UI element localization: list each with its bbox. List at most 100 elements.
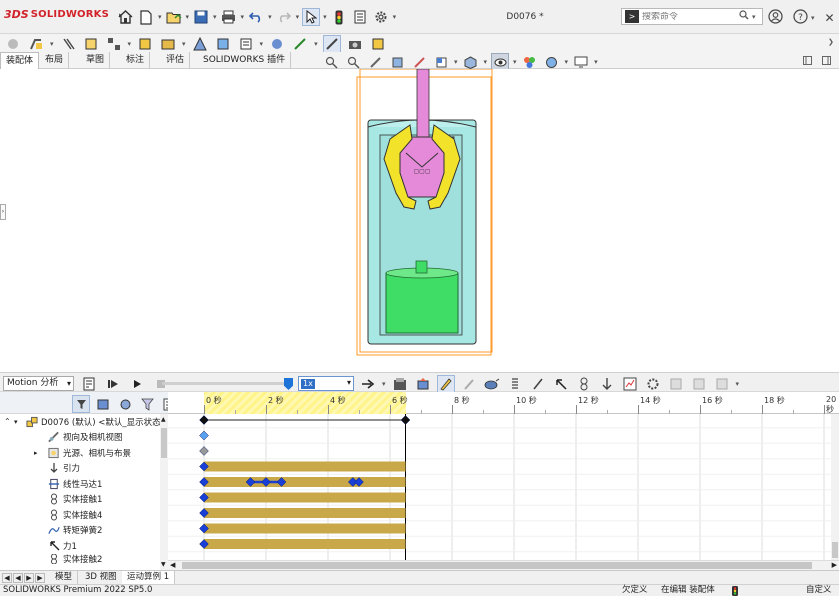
playback-slider-thumb[interactable] — [284, 378, 293, 390]
simulation-dropdown-icon[interactable]: ▾ — [736, 380, 740, 388]
force-icon[interactable] — [552, 375, 570, 393]
collapse-up-icon[interactable]: ⌃ — [4, 417, 14, 426]
move-dropdown-icon[interactable]: ▾ — [128, 40, 132, 48]
open-folder-icon[interactable] — [165, 8, 183, 26]
filter-animated-icon[interactable] — [72, 395, 90, 413]
filter-driving-icon[interactable] — [94, 395, 112, 413]
options-gear-icon[interactable] — [372, 8, 390, 26]
tab-layout[interactable]: 布局 — [40, 52, 70, 69]
instant3d-dropdown-icon[interactable]: ▾ — [314, 40, 318, 48]
reference-geometry-icon[interactable] — [191, 35, 209, 53]
save-icon[interactable] — [192, 8, 210, 26]
scroll-left-icon[interactable]: ◀ — [170, 561, 175, 569]
view-orientation-key[interactable] — [199, 430, 209, 441]
search-commands-box[interactable]: > ▾ — [621, 8, 763, 25]
move-component-icon[interactable] — [105, 35, 123, 53]
lights-key[interactable] — [199, 446, 209, 456]
assembly-features-dropdown-icon[interactable]: ▾ — [182, 40, 186, 48]
save-animation-icon[interactable] — [391, 375, 409, 393]
tree-expand-icon[interactable]: ▾ — [14, 418, 26, 426]
select-dropdown-icon[interactable]: ▾ — [323, 13, 327, 21]
assembly-end-key[interactable] — [400, 415, 411, 425]
scroll-up-icon[interactable]: ▲ — [161, 416, 166, 423]
insert-components-icon[interactable] — [4, 35, 22, 53]
redo-icon[interactable] — [275, 8, 293, 26]
assembly-features-icon[interactable] — [159, 35, 177, 53]
motion-timeline[interactable]: 0 秒2 秒4 秒6 秒8 秒 10 秒 12 秒 14 秒 16 秒 18 秒 20 秒 … — [168, 392, 839, 570]
add-update-key-icon[interactable] — [460, 375, 478, 393]
assembly-model[interactable]: ▢▢▢ — [350, 69, 500, 371]
mate-icon[interactable] — [27, 35, 45, 53]
new-dropdown-icon[interactable]: ▾ — [158, 13, 162, 21]
first-tab-icon[interactable]: ◀ — [2, 573, 12, 583]
redo-dropdown-icon[interactable]: ▾ — [296, 13, 300, 21]
tab-assembly[interactable]: 装配体 — [0, 52, 40, 69]
study-type-dropdown-icon[interactable]: ▾ — [67, 377, 71, 390]
study-type-select[interactable]: Motion 分析 ▾ — [3, 376, 74, 391]
tab-motion-study-1[interactable]: 运动算例 1 — [122, 571, 176, 584]
save-dropdown-icon[interactable]: ▾ — [213, 13, 217, 21]
collapse-manager-icon[interactable] — [667, 375, 685, 393]
calculate-icon[interactable] — [80, 375, 98, 393]
help-icon[interactable]: ? — [793, 9, 808, 27]
bill-of-materials-icon[interactable] — [237, 35, 255, 53]
maximize-viewport-icon[interactable] — [822, 56, 831, 68]
feature-time-bar[interactable] — [204, 461, 406, 472]
motor-icon[interactable] — [483, 375, 501, 393]
tree-vertical-scrollbar[interactable]: ▲ ▼ — [160, 414, 168, 570]
motion-study-properties-icon[interactable] — [644, 375, 662, 393]
instant3d-icon[interactable] — [291, 35, 309, 53]
results-plots-icon[interactable] — [621, 375, 639, 393]
exploded-view-icon[interactable] — [268, 35, 286, 53]
help-dropdown-icon[interactable]: ▾ — [811, 14, 815, 22]
last-tab-icon[interactable]: ▶ — [35, 573, 45, 583]
toolbar-overflow-icon[interactable]: ❯ — [828, 38, 834, 46]
smart-fasteners-icon[interactable] — [82, 35, 100, 53]
assembly-start-key[interactable] — [199, 415, 209, 425]
scroll-down-icon[interactable]: ▼ — [161, 561, 166, 568]
undo-dropdown-icon[interactable]: ▾ — [268, 13, 272, 21]
show-hidden-components-icon[interactable] — [136, 35, 154, 53]
tab-solidworks-addins[interactable]: SOLIDWORKS 插件 — [198, 52, 292, 69]
spring-icon[interactable] — [506, 375, 524, 393]
play-icon[interactable] — [128, 375, 146, 393]
autokey-icon[interactable] — [436, 375, 455, 393]
filter-results-icon[interactable] — [138, 395, 156, 413]
tree-scrollbar-thumb[interactable] — [161, 428, 167, 458]
restore-viewport-icon[interactable] — [803, 56, 812, 68]
apply-scene-dropdown-icon[interactable]: ▾ — [565, 58, 569, 66]
simulation-setup-icon[interactable] — [690, 375, 708, 393]
filter-selected-icon[interactable] — [116, 395, 134, 413]
export-to-simulation-icon[interactable] — [713, 375, 731, 393]
hide-show-dropdown-icon[interactable]: ▾ — [513, 58, 517, 66]
feature-manager-flyout-handle[interactable]: › — [0, 204, 6, 220]
undo-icon[interactable] — [247, 8, 265, 26]
animation-wizard-icon[interactable] — [414, 375, 432, 393]
gravity-icon[interactable] — [598, 375, 616, 393]
close-window-icon[interactable]: ✕ — [825, 11, 835, 25]
playback-mode-icon[interactable] — [359, 375, 377, 393]
search-input[interactable] — [642, 11, 737, 22]
status-units[interactable]: 自定义 — [806, 585, 832, 596]
search-icon[interactable] — [739, 10, 749, 23]
damper-icon[interactable] — [529, 375, 547, 393]
previous-tab-icon[interactable]: ◀ — [13, 573, 23, 583]
rebuild-status-icon[interactable] — [732, 586, 738, 596]
timeline-tracks[interactable] — [168, 414, 839, 560]
take-snapshot-icon[interactable] — [346, 35, 364, 53]
options-dropdown-icon[interactable]: ▾ — [393, 13, 397, 21]
timeline-vscroll-thumb[interactable] — [832, 542, 838, 558]
bom-dropdown-icon[interactable]: ▾ — [260, 40, 264, 48]
linear-pattern-icon[interactable] — [59, 35, 77, 53]
tree-item-assembly-root[interactable]: ⌃ ▾ D0076 (默认) <默认_显示状态 — [4, 414, 164, 430]
update-speedpak-icon[interactable] — [322, 35, 341, 53]
playback-mode-dropdown-icon[interactable]: ▾ — [382, 380, 386, 388]
feature-time-bar[interactable] — [204, 539, 406, 549]
next-tab-icon[interactable]: ▶ — [24, 573, 34, 583]
view-orientation-dropdown-icon[interactable]: ▾ — [454, 58, 458, 66]
rebuild-traffic-light-icon[interactable] — [330, 8, 348, 26]
home-icon[interactable] — [116, 8, 134, 26]
playback-slider-track[interactable] — [162, 382, 292, 385]
view-settings-dropdown-icon[interactable]: ▾ — [594, 58, 598, 66]
mate-dropdown-icon[interactable]: ▾ — [50, 40, 54, 48]
